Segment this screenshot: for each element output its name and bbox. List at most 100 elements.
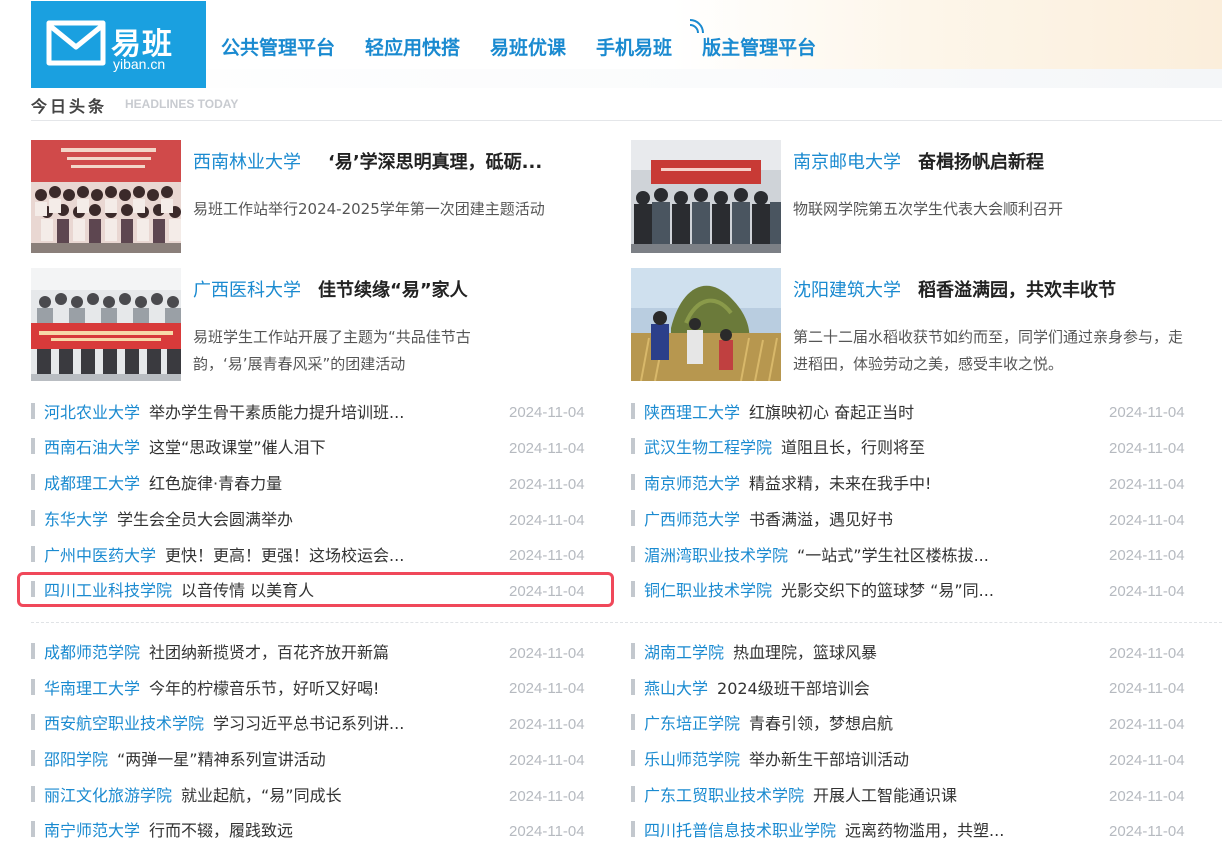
list-bullet — [631, 474, 635, 490]
featured-photo[interactable] — [31, 140, 181, 253]
list-title[interactable]: 举办学生骨干素质能力提升培训班... — [149, 399, 404, 423]
list-bullet — [31, 821, 35, 837]
featured-title[interactable]: 奋楫扬帆启新程 — [918, 148, 1044, 174]
list-date: 2024-11-04 — [1109, 404, 1185, 421]
featured-title[interactable]: 佳节续缘“易”家人 — [318, 276, 468, 302]
list-school[interactable]: 西安航空职业技术学院 — [44, 710, 204, 734]
list-title[interactable]: 书香满溢，遇见好书 — [749, 506, 893, 530]
list-school[interactable]: 铜仁职业技术学院 — [644, 577, 772, 601]
list-title[interactable]: 开展人工智能通识课 — [813, 782, 957, 806]
list-school[interactable]: 西南石油大学 — [44, 434, 140, 458]
nav-youke[interactable]: 易班优课 — [490, 33, 566, 60]
featured-school[interactable]: 西南林业大学 — [193, 148, 301, 174]
list-item: 西南石油大学 这堂“思政课堂”催人泪下 — [31, 431, 326, 461]
list-school[interactable]: 广东培正学院 — [644, 710, 740, 734]
list-title[interactable]: 就业起航，“易”同成长 — [181, 782, 342, 806]
list-title[interactable]: 远离药物滥用，共塑... — [845, 817, 1004, 841]
list-school[interactable]: 乐山师范学院 — [644, 746, 740, 770]
list-school[interactable]: 广州中医药大学 — [44, 542, 156, 566]
nav-public-platform[interactable]: 公共管理平台 — [221, 33, 335, 60]
list-bullet — [631, 679, 635, 695]
list-title[interactable]: 精益求精，未来在我手中! — [749, 470, 931, 494]
list-item: 邵阳学院 “两弹一星”精神系列宣讲活动 — [31, 743, 326, 773]
list-school[interactable]: 广东工贸职业技术学院 — [644, 782, 804, 806]
list-title[interactable]: 学生会全员大会圆满举办 — [117, 506, 293, 530]
list-school[interactable]: 广西师范大学 — [644, 506, 740, 530]
section-divider — [31, 120, 1222, 121]
list-title[interactable]: 2024级班干部培训会 — [717, 675, 870, 699]
featured-desc-line: 第二十二届水稻收获节如约而至，同学们通过亲身参与，走 — [793, 328, 1184, 346]
list-title[interactable]: 红色旋律·青春力量 — [149, 470, 282, 494]
list-school[interactable]: 东华大学 — [44, 506, 108, 530]
list-title[interactable]: 热血理院，篮球风暴 — [733, 639, 877, 663]
list-date: 2024-11-04 — [1109, 788, 1185, 805]
list-date: 2024-11-04 — [1109, 716, 1185, 733]
yiban-logo[interactable]: 易班 yiban.cn — [31, 1, 206, 88]
featured-title[interactable]: 稻香溢满园，共欢丰收节 — [918, 276, 1116, 302]
list-bullet — [631, 510, 635, 526]
featured-school[interactable]: 沈阳建筑大学 — [793, 276, 901, 302]
list-school[interactable]: 丽江文化旅游学院 — [44, 782, 172, 806]
featured-school[interactable]: 广西医科大学 — [193, 276, 301, 302]
nav-mobile-yiban[interactable]: 手机易班 — [596, 33, 672, 60]
featured-title[interactable]: ‘易’学深思明真理，砥砺... — [328, 148, 542, 174]
list-school[interactable]: 陕西理工大学 — [644, 399, 740, 423]
list-title[interactable]: 道阻且长，行则将至 — [781, 434, 925, 458]
list-item-highlighted: 四川工业科技学院 以音传情 以美育人 — [31, 574, 314, 604]
featured-desc: 第二十二届水稻收获节如约而至，同学们通过亲身参与，走 进稻田，体验劳动之美，感受… — [793, 324, 1183, 378]
list-school[interactable]: 河北农业大学 — [44, 399, 140, 423]
list-date: 2024-11-04 — [509, 716, 585, 733]
list-school[interactable]: 南京师范大学 — [644, 470, 740, 494]
list-date: 2024-11-04 — [1109, 440, 1185, 457]
list-date: 2024-11-04 — [509, 583, 585, 600]
list-school[interactable]: 武汉生物工程学院 — [644, 434, 772, 458]
list-title[interactable]: 行而不辍，履践致远 — [149, 817, 293, 841]
list-school[interactable]: 成都理工大学 — [44, 470, 140, 494]
envelope-icon — [46, 20, 106, 66]
list-school[interactable]: 南宁师范大学 — [44, 817, 140, 841]
list-bullet — [631, 821, 635, 837]
nav-moderator-platform[interactable]: 版主管理平台 — [702, 33, 816, 60]
featured-photo[interactable] — [31, 268, 181, 381]
list-bullet — [631, 403, 635, 419]
featured-photo[interactable] — [631, 140, 781, 253]
list-school[interactable]: 邵阳学院 — [44, 746, 108, 770]
list-title[interactable]: 学习习近平总书记系列讲... — [213, 710, 404, 734]
featured-photo[interactable] — [631, 268, 781, 381]
list-school[interactable]: 燕山大学 — [644, 675, 708, 699]
list-title[interactable]: 今年的柠檬音乐节，好听又好喝! — [149, 675, 379, 699]
list-date: 2024-11-04 — [1109, 476, 1185, 493]
section-subtitle: HEADLINES TODAY — [125, 97, 239, 111]
list-school[interactable]: 四川工业科技学院 — [44, 577, 172, 601]
list-date: 2024-11-04 — [509, 752, 585, 769]
list-title[interactable]: 这堂“思政课堂”催人泪下 — [149, 434, 326, 458]
list-bullet — [31, 510, 35, 526]
list-title[interactable]: “两弹一星”精神系列宣讲活动 — [117, 746, 326, 770]
featured-desc: 易班工作站举行2024-2025学年第一次团建主题活动 — [193, 196, 545, 223]
list-school[interactable]: 成都师范学院 — [44, 639, 140, 663]
list-item: 成都师范学院 社团纳新揽贤才，百花齐放开新篇 — [31, 636, 389, 666]
list-item: 武汉生物工程学院 道阻且长，行则将至 — [631, 431, 925, 461]
list-school[interactable]: 湖南工学院 — [644, 639, 724, 663]
list-bullet — [31, 714, 35, 730]
featured-school[interactable]: 南京邮电大学 — [793, 148, 901, 174]
list-title[interactable]: 红旗映初心 奋起正当时 — [749, 399, 914, 423]
list-date: 2024-11-04 — [509, 788, 585, 805]
list-item: 南京师范大学 精益求精，未来在我手中! — [631, 467, 931, 497]
list-school[interactable]: 华南理工大学 — [44, 675, 140, 699]
list-title[interactable]: 举办新生干部培训活动 — [749, 746, 909, 770]
list-school[interactable]: 四川托普信息技术职业学院 — [644, 817, 836, 841]
featured-desc-line: 进稻田，体验劳动之美，感受丰收之悦。 — [793, 355, 1064, 373]
list-item: 丽江文化旅游学院 就业起航，“易”同成长 — [31, 779, 342, 809]
list-school[interactable]: 湄洲湾职业技术学院 — [644, 542, 788, 566]
list-title[interactable]: “一站式”学生社区楼栋拔... — [797, 542, 989, 566]
list-item: 四川托普信息技术职业学院 远离药物滥用，共塑... — [631, 814, 1004, 844]
nav-light-app[interactable]: 轻应用快搭 — [365, 33, 460, 60]
list-date: 2024-11-04 — [509, 476, 585, 493]
list-title[interactable]: 社团纳新揽贤才，百花齐放开新篇 — [149, 639, 389, 663]
list-title[interactable]: 青春引领，梦想启航 — [749, 710, 893, 734]
list-title[interactable]: 以音传情 以美育人 — [181, 577, 314, 601]
list-title[interactable]: 光影交织下的篮球梦 “易”同... — [781, 577, 994, 601]
list-title[interactable]: 更快！更高！更强！这场校运会... — [165, 542, 404, 566]
section-title: 今日头条 — [31, 97, 108, 116]
